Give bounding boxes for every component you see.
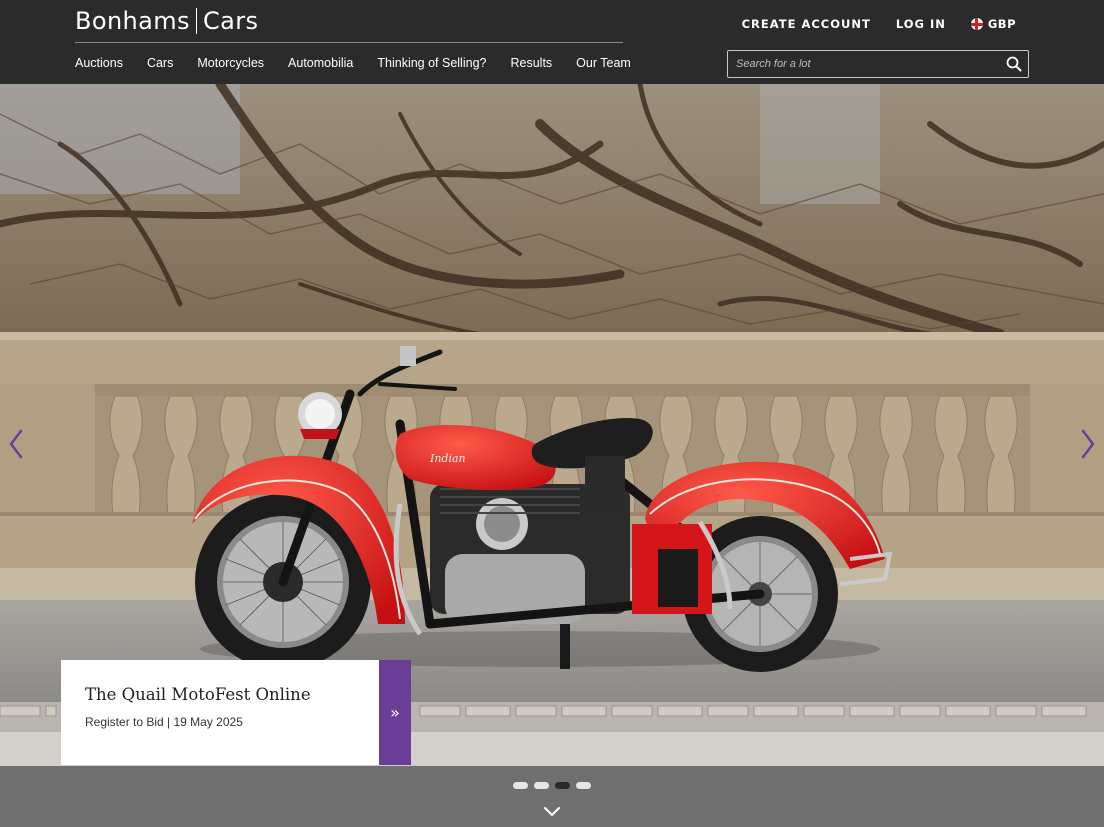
carousel-next-button[interactable] — [1076, 424, 1100, 464]
currency-label: GBP — [987, 17, 1016, 31]
carousel-dot-4[interactable] — [576, 782, 591, 789]
nav-item-auctions[interactable]: Auctions — [75, 55, 123, 71]
search-box — [727, 50, 1029, 78]
search-icon[interactable] — [1000, 51, 1028, 77]
featured-auction-content: The Quail MotoFest Online Register to Bi… — [61, 660, 379, 765]
logo-primary: Bonhams — [75, 7, 190, 35]
carousel-dot-2[interactable] — [534, 782, 549, 789]
nav-item-motorcycles[interactable]: Motorcycles — [197, 55, 264, 71]
carousel-prev-button[interactable] — [4, 424, 28, 464]
scroll-down-button[interactable] — [541, 802, 563, 820]
nav-item-our-team[interactable]: Our Team — [576, 55, 631, 71]
hero-carousel: Indian The Quail MotoFest Online Registe… — [0, 84, 1104, 827]
logo-divider — [195, 8, 197, 34]
svg-text:Indian: Indian — [429, 452, 466, 465]
featured-auction-cta-button[interactable]: » — [379, 660, 411, 765]
chevron-down-icon — [544, 807, 560, 816]
nav-item-automobilia[interactable]: Automobilia — [288, 55, 353, 71]
carousel-dot-1[interactable] — [513, 782, 528, 789]
create-account-link[interactable]: CREATE ACCOUNT — [742, 16, 871, 32]
account-links: CREATE ACCOUNT LOG IN GBP — [742, 16, 1016, 32]
nav-item-thinking-of-selling[interactable]: Thinking of Selling? — [377, 55, 486, 71]
brand-logo[interactable]: Bonhams Cars — [75, 4, 258, 38]
featured-auction-subtitle: Register to Bid | 19 May 2025 — [85, 715, 243, 729]
carousel-pagination — [513, 782, 597, 789]
log-in-link[interactable]: LOG IN — [896, 16, 946, 32]
featured-auction-title: The Quail MotoFest Online — [85, 685, 311, 704]
chevron-right-icon — [1081, 429, 1095, 459]
site-header: Bonhams Cars Auctions Cars Motorcycles A… — [0, 0, 1104, 84]
chevron-left-icon — [9, 429, 23, 459]
featured-auction-card[interactable]: The Quail MotoFest Online Register to Bi… — [61, 660, 411, 765]
nav-item-cars[interactable]: Cars — [147, 55, 173, 71]
nav-item-results[interactable]: Results — [510, 55, 552, 71]
main-nav: Auctions Cars Motorcycles Automobilia Th… — [75, 55, 631, 71]
search-input[interactable] — [728, 51, 1000, 77]
header-divider — [75, 42, 623, 43]
carousel-dot-3[interactable] — [555, 782, 570, 789]
currency-selector[interactable]: GBP — [970, 17, 1016, 31]
uk-flag-icon — [970, 18, 983, 30]
logo-secondary: Cars — [202, 7, 259, 35]
